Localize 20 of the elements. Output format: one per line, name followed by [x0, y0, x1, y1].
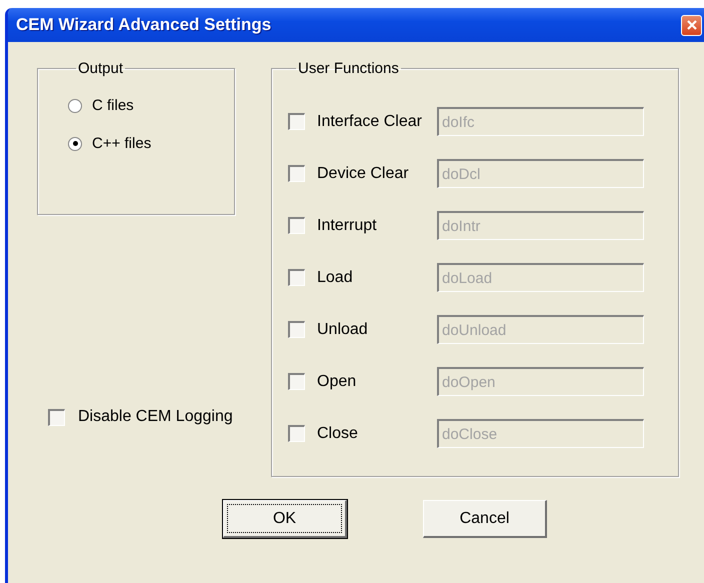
dialog-button[interactable]: Cancel — [423, 500, 547, 538]
window-title: CEM Wizard Advanced Settings — [16, 15, 272, 35]
checkbox-label: Open — [317, 372, 358, 390]
radio-label: C++ files — [92, 135, 152, 152]
group-title: User Functions — [297, 60, 400, 77]
radio-label: C files — [92, 97, 134, 114]
close-icon — [686, 19, 698, 31]
checkbox-label: Device Clear — [317, 164, 410, 182]
radio-button[interactable] — [68, 98, 82, 112]
checkbox[interactable] — [48, 408, 65, 426]
dialog-button[interactable]: OK — [223, 500, 347, 538]
group-title: Output — [77, 60, 124, 77]
checkbox-label: Interface Clear — [317, 112, 423, 130]
checkbox-label: Interrupt — [317, 216, 378, 234]
checkbox-label: Disable CEM Logging — [78, 408, 233, 426]
radio-button[interactable] — [68, 136, 82, 150]
checkbox-label: Load — [317, 268, 354, 286]
checkbox-label: Unload — [317, 320, 369, 338]
checkbox-label: Close — [317, 424, 359, 442]
close-button[interactable] — [681, 14, 702, 36]
